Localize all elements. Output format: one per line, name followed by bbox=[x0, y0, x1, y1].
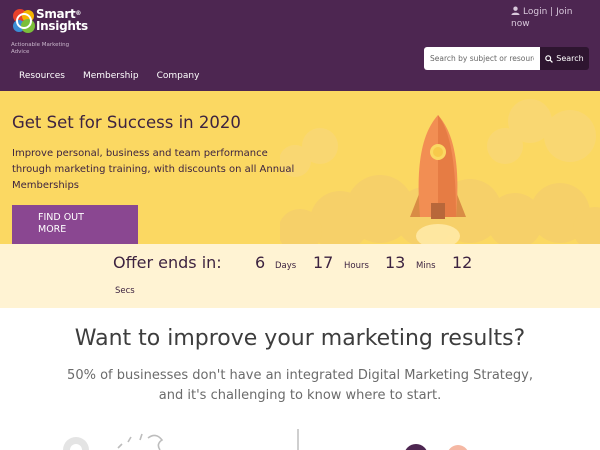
search-button[interactable]: Search bbox=[540, 47, 589, 70]
offer-label: Offer ends in: bbox=[113, 253, 222, 272]
search-bar: Search bbox=[424, 47, 589, 70]
site-header: Smart® Insights Actionable Marketing Advi… bbox=[0, 0, 600, 91]
nav-item-company[interactable]: Company bbox=[148, 66, 209, 86]
rocket-icon bbox=[280, 99, 600, 244]
find-out-more-button[interactable]: FIND OUT MORE bbox=[12, 205, 138, 244]
login-link[interactable]: Login bbox=[523, 7, 547, 17]
user-icon bbox=[511, 6, 520, 15]
logo-mark-icon bbox=[13, 9, 35, 33]
hours-value: 17 bbox=[313, 253, 334, 272]
account-links: Login | Join now bbox=[511, 6, 591, 30]
days-unit: Days bbox=[275, 261, 297, 271]
logo[interactable]: Smart® Insights Actionable Marketing Advi… bbox=[10, 7, 100, 57]
mins-unit: Mins bbox=[416, 261, 436, 271]
logo-tagline: Actionable Marketing Advice bbox=[11, 42, 70, 55]
secs-unit: Secs bbox=[115, 286, 135, 296]
main-nav: Resources Membership Company bbox=[0, 66, 208, 86]
logo-text: Smart® Insights bbox=[36, 7, 88, 33]
nav-item-membership[interactable]: Membership bbox=[74, 66, 148, 86]
section-subtitle: 50% of businesses don't have an integrat… bbox=[67, 368, 533, 403]
search-button-label: Search bbox=[556, 54, 584, 63]
secs-value: 12 bbox=[452, 253, 473, 272]
days-value: 6 bbox=[255, 253, 266, 272]
hero-banner: Get Set for Success in 2020 Improve pers… bbox=[0, 91, 600, 244]
hero-text: Improve personal, business and team perf… bbox=[12, 148, 295, 191]
hero-title: Get Set for Success in 2020 bbox=[12, 113, 241, 132]
mins-value: 13 bbox=[385, 253, 406, 272]
illustration-strip-icon bbox=[63, 429, 468, 450]
hours-unit: Hours bbox=[344, 261, 369, 271]
search-input[interactable] bbox=[424, 47, 540, 70]
offer-countdown: Offer ends in: 6 Days 17 Hours 13 Mins 1… bbox=[0, 244, 600, 308]
search-icon bbox=[545, 54, 554, 63]
section-title: Want to improve your marketing results? bbox=[74, 326, 526, 351]
nav-item-resources[interactable]: Resources bbox=[0, 66, 74, 86]
account-separator: | bbox=[550, 7, 554, 17]
